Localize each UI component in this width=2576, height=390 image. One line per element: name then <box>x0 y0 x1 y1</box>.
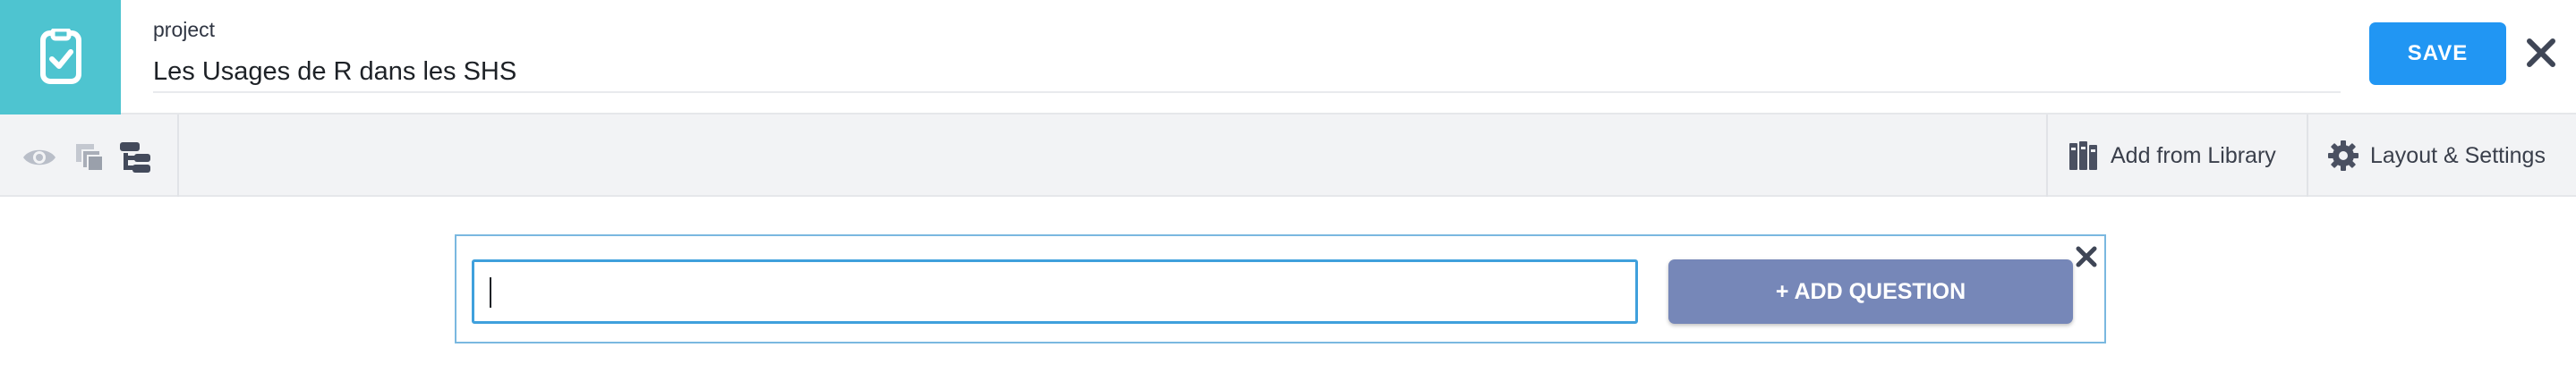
close-button[interactable] <box>2522 34 2560 72</box>
add-question-button[interactable]: + ADD QUESTION <box>1668 259 2073 324</box>
tree-structure-icon <box>120 142 150 173</box>
layout-settings-button[interactable]: Layout & Settings <box>2327 114 2546 197</box>
preview-button[interactable] <box>21 140 57 175</box>
eye-icon <box>23 149 55 165</box>
copy-icon <box>76 144 104 172</box>
text-cursor <box>490 277 491 308</box>
app-logo[interactable] <box>0 0 121 114</box>
add-question-panel: + ADD QUESTION <box>455 234 2106 343</box>
close-icon <box>2527 38 2555 67</box>
form-header: project SAVE <box>0 0 2576 114</box>
library-icon <box>2068 140 2100 172</box>
add-from-library-button[interactable]: Add from Library <box>2068 114 2276 197</box>
question-name-input[interactable] <box>472 259 1638 324</box>
save-button[interactable]: SAVE <box>2369 22 2506 85</box>
duplicate-button[interactable] <box>72 140 107 175</box>
toolbar-divider <box>2046 114 2048 197</box>
project-title-input[interactable] <box>153 52 2341 93</box>
gear-icon <box>2327 140 2359 172</box>
add-from-library-label: Add from Library <box>2111 142 2276 168</box>
form-toolbar: Add from Library Layout & Settings <box>0 114 2576 197</box>
clipboard-check-icon <box>39 29 81 84</box>
close-icon <box>2076 246 2097 267</box>
close-add-question-button[interactable] <box>2073 243 2100 270</box>
toolbar-divider <box>177 114 179 197</box>
structure-button[interactable] <box>118 140 154 175</box>
section-label: project <box>153 18 216 41</box>
toolbar-divider <box>2307 114 2308 197</box>
layout-settings-label: Layout & Settings <box>2370 142 2546 168</box>
